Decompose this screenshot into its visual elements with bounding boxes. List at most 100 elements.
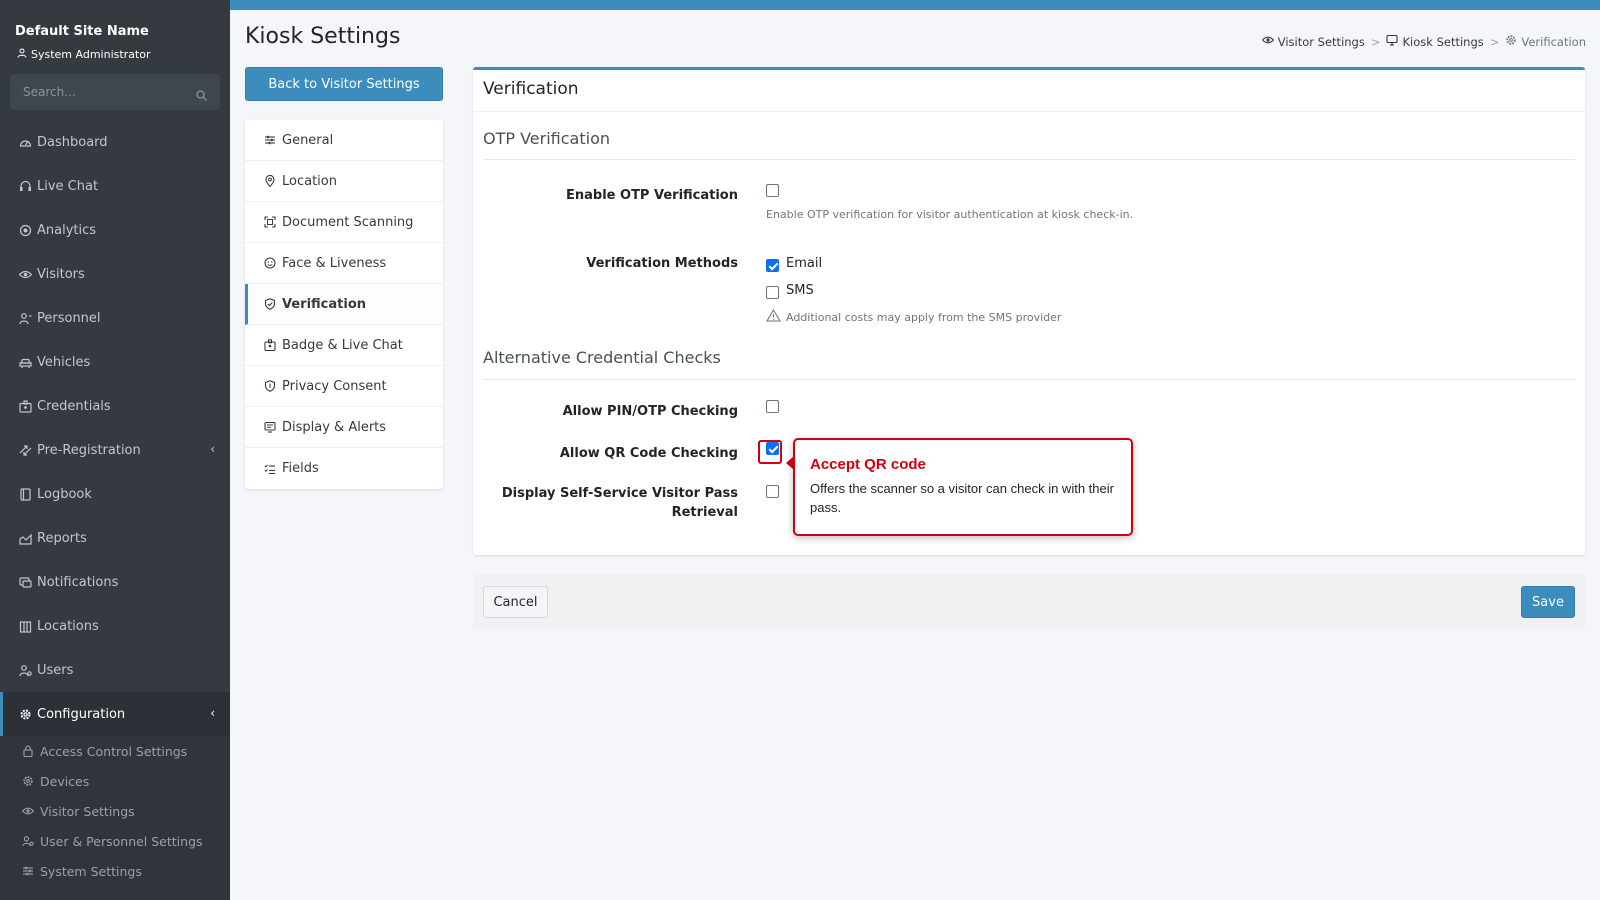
sidebar-item-label: Notifications xyxy=(37,574,119,590)
sidebar-item-vehicles[interactable]: Vehicles xyxy=(0,340,230,384)
sidebar-item-label: Analytics xyxy=(37,222,97,238)
user-icon xyxy=(17,48,27,61)
self-service-label-line2: Retrieval xyxy=(671,505,738,520)
settings-nav-face-liveness[interactable]: Face & Liveness xyxy=(245,243,443,284)
settings-nav-display-alerts[interactable]: Display & Alerts xyxy=(245,407,443,448)
sidebar-item-personnel[interactable]: Personnel xyxy=(0,296,230,340)
sidebar-item-visitors[interactable]: Visitors xyxy=(0,252,230,296)
enable-otp-checkbox[interactable] xyxy=(766,184,779,197)
allow-qr-label: Allow QR Code Checking xyxy=(559,446,738,461)
sidebar-item-label: Configuration xyxy=(37,706,126,722)
sidebar-item-label: Dashboard xyxy=(37,134,108,150)
sidebar-item-logbook[interactable]: Logbook xyxy=(0,472,230,516)
sidebar-item-pre-registration[interactable]: Pre-Registration ‹ xyxy=(0,428,230,472)
users-icon xyxy=(19,663,33,677)
sidebar-item-dashboard[interactable]: Dashboard xyxy=(0,120,230,164)
sidebar-nav: Dashboard Live Chat Analytics Visitors P… xyxy=(0,120,230,900)
book-icon xyxy=(19,487,33,501)
sidebar-item-users[interactable]: Users xyxy=(0,648,230,692)
page-title: Kiosk Settings xyxy=(245,24,401,49)
method-email-checkbox[interactable] xyxy=(766,259,779,272)
user-role[interactable]: System Administrator xyxy=(17,48,151,61)
verification-methods-label: Verification Methods xyxy=(586,256,738,271)
sidebar-item-live-chat[interactable]: Live Chat xyxy=(0,164,230,208)
sidebar-subitem-label: Access Control Settings xyxy=(40,743,188,759)
settings-nav-location[interactable]: Location xyxy=(245,161,443,202)
sidebar-item-label: Pre-Registration xyxy=(37,442,141,458)
sidebar-subitem-visitor-settings[interactable]: Visitor Settings xyxy=(0,796,230,826)
badge-icon xyxy=(19,399,33,413)
person-icon xyxy=(19,311,33,325)
settings-nav-privacy-consent[interactable]: Privacy Consent xyxy=(245,366,443,407)
chevron-left-icon[interactable]: ‹ xyxy=(210,706,215,720)
sidebar-subitem-access-control[interactable]: Access Control Settings xyxy=(0,736,230,766)
eye-icon xyxy=(19,267,33,281)
sidebar-item-label: Users xyxy=(37,662,74,678)
sidebar-item-configuration[interactable]: Configuration ‹ xyxy=(0,692,230,736)
save-button[interactable]: Save xyxy=(1521,586,1575,618)
settings-nav-label: Fields xyxy=(282,461,319,476)
arrows-icon xyxy=(19,443,33,457)
settings-nav-label: Badge & Live Chat xyxy=(282,337,403,353)
sidebar-item-analytics[interactable]: Analytics xyxy=(0,208,230,252)
sidebar-item-reports[interactable]: Reports xyxy=(0,516,230,560)
back-to-visitor-settings-button[interactable]: Back to Visitor Settings xyxy=(245,67,443,101)
sidebar-item-label: Vehicles xyxy=(37,354,91,370)
self-service-checkbox[interactable] xyxy=(766,485,779,498)
eye-icon xyxy=(1261,34,1275,49)
sliders-icon xyxy=(22,865,36,877)
chevron-left-icon[interactable]: ‹ xyxy=(210,442,215,456)
car-icon xyxy=(19,355,33,369)
sidebar-subitem-label: System Settings xyxy=(40,863,142,879)
settings-nav-label: Display & Alerts xyxy=(282,419,387,435)
settings-nav-document-scanning[interactable]: Document Scanning xyxy=(245,202,443,243)
sidebar-item-label: Locations xyxy=(37,618,99,634)
allow-pin-otp-checkbox[interactable] xyxy=(766,400,779,413)
analytics-icon xyxy=(19,223,33,237)
shield-icon xyxy=(264,380,278,392)
pin-icon xyxy=(264,175,278,187)
kiosk-settings-nav: General Location Document Scanning Face … xyxy=(245,120,443,489)
report-icon xyxy=(19,531,33,545)
sidebar-subitem-label: Visitor Settings xyxy=(40,803,135,819)
lock-icon xyxy=(22,745,36,757)
sidebar-subitem-devices[interactable]: Devices xyxy=(0,766,230,796)
form-footer: Cancel Save xyxy=(473,574,1585,629)
breadcrumb-item-visitor-settings[interactable]: Visitor Settings xyxy=(1261,34,1365,49)
sidebar-subitem-user-personnel[interactable]: User & Personnel Settings xyxy=(0,826,230,856)
alt-section-title: Alternative Credential Checks xyxy=(483,348,721,367)
search-input[interactable] xyxy=(10,74,180,110)
gear-icon xyxy=(19,707,33,721)
method-sms-checkbox[interactable] xyxy=(766,286,779,299)
settings-nav-fields[interactable]: Fields xyxy=(245,448,443,489)
sliders-icon xyxy=(264,134,278,146)
card-header-divider xyxy=(473,111,1585,112)
shield-check-icon xyxy=(264,298,278,310)
settings-nav-general[interactable]: General xyxy=(245,120,443,161)
callout-title: Accept QR code xyxy=(810,456,926,473)
warning-icon xyxy=(766,308,781,325)
top-bar-accent xyxy=(230,0,1600,10)
method-email-label: Email xyxy=(786,256,823,271)
search-icon[interactable] xyxy=(196,86,207,105)
breadcrumb-item-verification: Verification xyxy=(1505,34,1586,49)
settings-nav-badge-live-chat[interactable]: Badge & Live Chat xyxy=(245,325,443,366)
settings-nav-verification[interactable]: Verification xyxy=(245,284,443,325)
sidebar-search xyxy=(10,74,220,110)
sidebar-item-credentials[interactable]: Credentials xyxy=(0,384,230,428)
sidebar-item-label: Visitors xyxy=(37,266,85,282)
sidebar-item-label: Credentials xyxy=(37,398,111,414)
settings-nav-label: Face & Liveness xyxy=(282,255,387,271)
sidebar-item-label: Personnel xyxy=(37,310,101,326)
sidebar-item-notifications[interactable]: Notifications xyxy=(0,560,230,604)
sidebar-subitem-label: User & Personnel Settings xyxy=(40,833,203,849)
cancel-button[interactable]: Cancel xyxy=(483,586,548,618)
gear-icon xyxy=(22,775,36,787)
sidebar-item-locations[interactable]: Locations xyxy=(0,604,230,648)
sidebar-subitem-system-settings[interactable]: System Settings xyxy=(0,856,230,886)
badge-icon xyxy=(264,339,278,351)
section-divider xyxy=(483,379,1575,380)
bell-icon xyxy=(19,575,33,589)
qr-checkbox-highlight xyxy=(758,440,782,464)
breadcrumb-item-kiosk-settings[interactable]: Kiosk Settings xyxy=(1386,34,1484,49)
